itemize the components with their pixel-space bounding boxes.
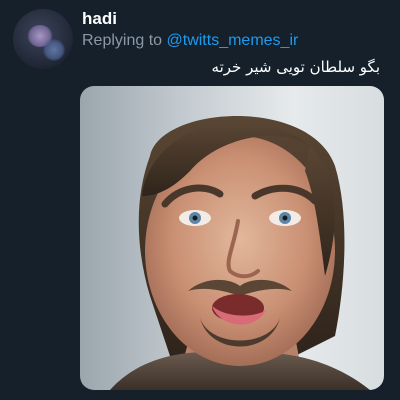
meme-face-image bbox=[110, 116, 370, 390]
replying-handle-link[interactable]: @twitts_memes_ir bbox=[167, 32, 299, 49]
avatar[interactable] bbox=[13, 9, 73, 69]
replying-prefix: Replying to bbox=[82, 32, 163, 49]
replying-to-line: Replying to @twitts_memes_ir bbox=[82, 32, 298, 50]
tweet-media-image[interactable] bbox=[80, 86, 384, 390]
avatar-blur-shape bbox=[43, 39, 65, 61]
tweet-text: بگو سلطان تویی شیر خرته bbox=[211, 58, 380, 76]
author-name[interactable]: hadi bbox=[82, 9, 117, 29]
